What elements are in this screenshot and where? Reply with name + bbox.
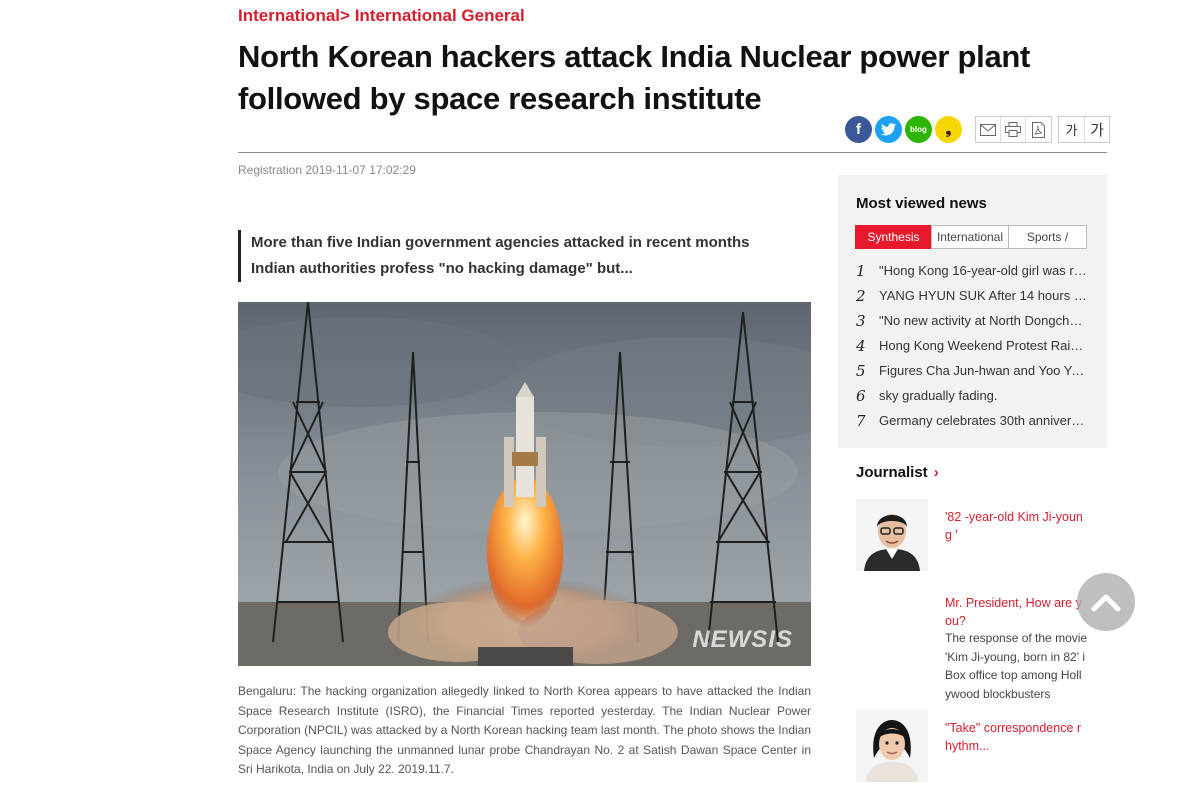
most-viewed-item[interactable]: 2 YANG HYUN SUK After 14 hours of police … <box>856 283 1096 308</box>
chevron-right-icon: › <box>933 464 939 481</box>
breadcrumb-separator: > <box>340 6 350 25</box>
most-viewed-headline: YANG HYUN SUK After 14 hours of police i… <box>879 288 1089 303</box>
desc-line: Box office top among Holl <box>945 668 1082 682</box>
print-icon <box>1005 122 1021 137</box>
journalist-article-link-3[interactable]: "Take" correspondence r hythm... <box>945 719 1081 755</box>
article-link-line-1: '82 -year-old Kim Ji-youn <box>945 510 1083 524</box>
email-icon <box>980 123 996 136</box>
most-viewed-item[interactable]: 3 "No new activity at North Dongchang-ri" <box>856 308 1096 333</box>
most-viewed-tabs: Synthesis International Sports / <box>855 225 1087 249</box>
rank-number: 7 <box>856 411 866 430</box>
article-utility-group <box>975 116 1052 143</box>
article-summary: More than five Indian government agencie… <box>238 230 749 282</box>
rocket-launch-image <box>238 302 811 666</box>
scroll-to-top-button[interactable] <box>1077 573 1135 631</box>
article-headline: North Korean hackers attack India Nuclea… <box>238 36 1108 120</box>
tab-international[interactable]: International <box>931 225 1009 249</box>
most-viewed-title: Most viewed news <box>856 195 987 212</box>
journalist-article-link-2[interactable]: Mr. President, How are y ou? <box>945 594 1082 630</box>
chevron-up-icon <box>1091 594 1121 612</box>
person-photo-icon <box>856 499 928 571</box>
article-link-line-1: "Take" correspondence r <box>945 721 1082 735</box>
breadcrumb: International> International General <box>238 6 525 26</box>
article-link-line-2: g ' <box>945 528 958 542</box>
most-viewed-item[interactable]: 7 Germany celebrates 30th anniversary of … <box>856 408 1096 433</box>
summary-line-1: More than five Indian government agencie… <box>251 234 750 251</box>
email-button[interactable] <box>976 117 1001 142</box>
twitter-icon <box>881 123 896 136</box>
most-viewed-panel: Most viewed news Synthesis International… <box>838 175 1107 448</box>
pdf-icon <box>1032 121 1045 138</box>
header-divider <box>238 152 1107 153</box>
rank-number: 1 <box>856 261 866 280</box>
registration-date: Registration 2019-11-07 17:02:29 <box>238 163 416 177</box>
font-decrease-button[interactable]: 가 <box>1059 117 1084 142</box>
pdf-button[interactable] <box>1026 117 1051 142</box>
journalist-article-desc-2: The response of the movie 'Kim Ji-young,… <box>945 629 1087 703</box>
tab-sports[interactable]: Sports / <box>1008 225 1087 249</box>
font-size-group: 가 가 <box>1058 116 1110 143</box>
headline-line-2: followed by space research institute <box>238 81 762 116</box>
person-photo-icon <box>856 710 928 782</box>
most-viewed-headline: Germany celebrates 30th anniversary of t… <box>879 413 1089 428</box>
journalist-panel: Journalist › '82 -year-old Kim Ji-youn g … <box>838 448 1107 790</box>
most-viewed-headline: Hong Kong Weekend Protest Rain of tear g… <box>879 338 1089 353</box>
article-link-line-2: hythm... <box>945 739 990 753</box>
rank-number: 5 <box>856 361 866 380</box>
font-increase-button[interactable]: 가 <box>1084 117 1109 142</box>
rank-number: 2 <box>856 286 866 305</box>
journalist-title: Journalist <box>856 464 928 481</box>
tab-synthesis[interactable]: Synthesis <box>855 225 932 249</box>
most-viewed-item[interactable]: 6 sky gradually fading. <box>856 383 1096 408</box>
desc-line: 'Kim Ji-young, born in 82' i <box>945 649 1085 664</box>
twitter-share-button[interactable] <box>875 116 902 143</box>
journalist-avatar-2[interactable] <box>856 710 928 782</box>
article-link-line-2: ou? <box>945 614 966 628</box>
facebook-icon: f <box>856 121 861 138</box>
article-link-line-1: Mr. President, How are y <box>945 596 1082 610</box>
most-viewed-item[interactable]: 5 Figures Cha Jun-hwan and Yoo Young <box>856 358 1096 383</box>
breadcrumb-subsection-link[interactable]: International General <box>355 6 525 25</box>
photo-caption: Bengaluru: The hacking organization alle… <box>238 684 811 776</box>
most-viewed-item[interactable]: 4 Hong Kong Weekend Protest Rain of tear … <box>856 333 1096 358</box>
journalist-article-link-1[interactable]: '82 -year-old Kim Ji-youn g ' <box>945 508 1083 544</box>
summary-line-2: Indian authorities profess "no hacking d… <box>251 260 633 277</box>
photo-watermark: NEWSIS <box>692 626 793 653</box>
blog-icon: blog <box>910 125 927 134</box>
headline-line-1: North Korean hackers attack India Nuclea… <box>238 39 1031 74</box>
desc-line: ywood blockbusters <box>945 686 1051 701</box>
print-button[interactable] <box>1001 117 1026 142</box>
share-toolbar: f blog ❟ 가 가 <box>845 116 1110 143</box>
most-viewed-headline: "No new activity at North Dongchang-ri" <box>879 313 1089 328</box>
most-viewed-headline: Figures Cha Jun-hwan and Yoo Young <box>879 363 1089 378</box>
kakaostory-icon: ❟ <box>945 121 952 138</box>
most-viewed-headline: "Hong Kong 16-year-old girl was raped in… <box>879 263 1089 278</box>
rank-number: 4 <box>856 336 866 355</box>
desc-line: The response of the movie <box>945 631 1088 645</box>
journalist-title-link[interactable]: Journalist › <box>856 464 939 481</box>
article-photo: NEWSIS <box>238 302 811 666</box>
blog-share-button[interactable]: blog <box>905 116 932 143</box>
breadcrumb-section-link[interactable]: International <box>238 6 340 25</box>
most-viewed-item[interactable]: 1 "Hong Kong 16-year-old girl was raped i… <box>856 258 1096 283</box>
facebook-share-button[interactable]: f <box>845 116 872 143</box>
rank-number: 3 <box>856 311 866 330</box>
rank-number: 6 <box>856 386 866 405</box>
kakaostory-share-button[interactable]: ❟ <box>935 116 962 143</box>
most-viewed-headline: sky gradually fading. <box>879 388 998 403</box>
journalist-avatar-1[interactable] <box>856 499 928 571</box>
most-viewed-list: 1 "Hong Kong 16-year-old girl was raped i… <box>856 258 1096 433</box>
